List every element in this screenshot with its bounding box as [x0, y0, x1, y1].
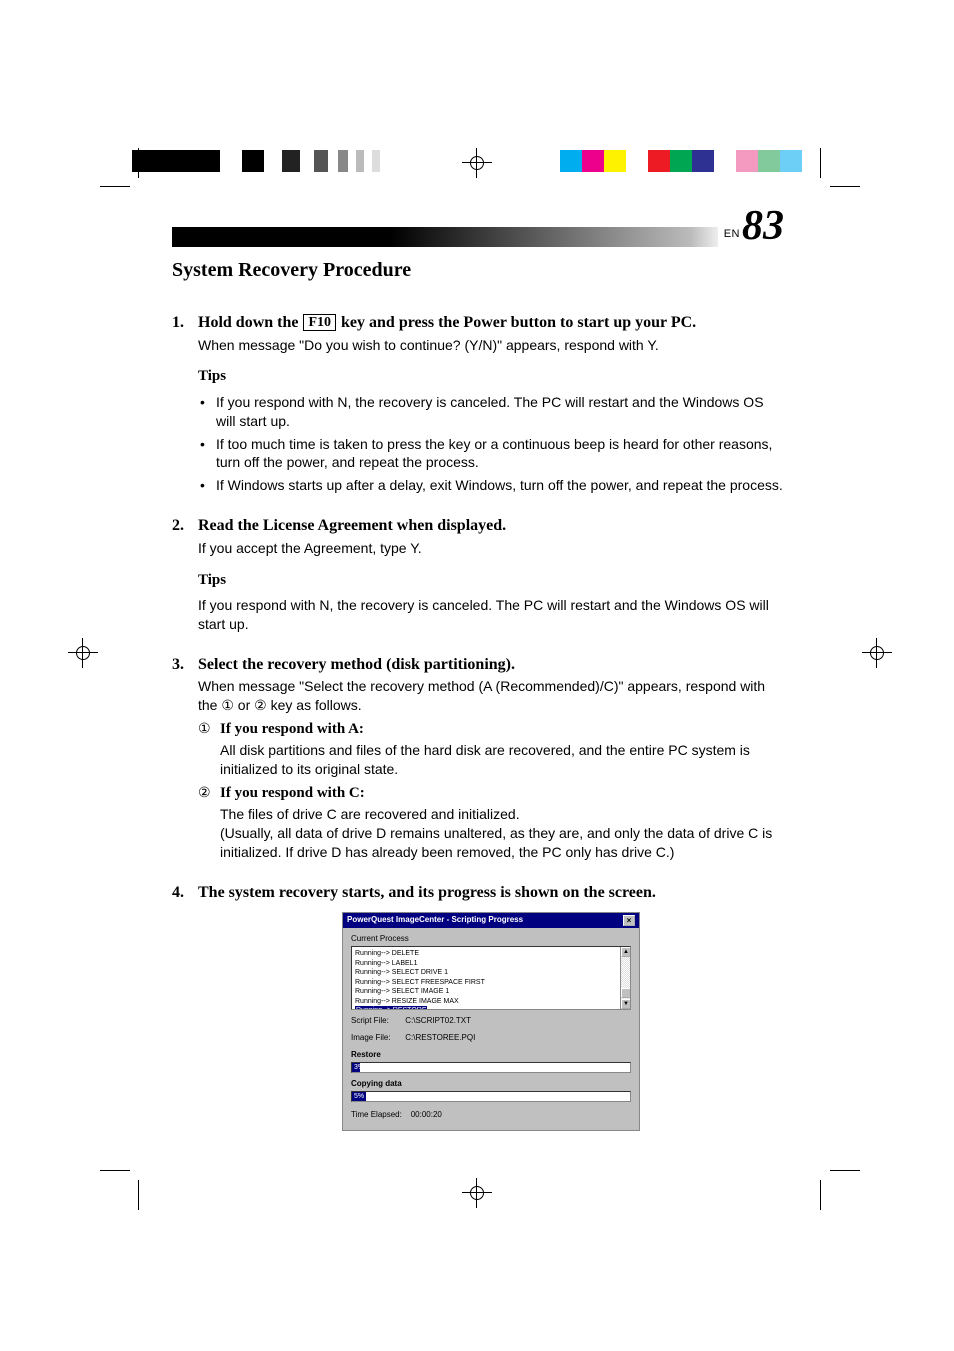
step-intro: If you accept the Agreement, type Y. — [198, 539, 784, 558]
crop-mark — [100, 1170, 140, 1210]
page-header: EN 83 — [172, 215, 784, 247]
step-intro: When message "Do you wish to continue? (… — [198, 336, 784, 355]
time-elapsed-value: 00:00:20 — [411, 1110, 442, 1119]
option-text: All disk partitions and files of the har… — [220, 741, 784, 779]
image-file-row: Image File: C:\RESTOREE.PQI — [351, 1033, 631, 1044]
process-listbox[interactable]: Running--> DELETE Running--> LABEL1 Runn… — [351, 946, 631, 1010]
registration-mark — [862, 638, 892, 668]
step-number: 4. — [172, 882, 198, 904]
circled-1: ① — [221, 697, 234, 713]
step-4: 4. The system recovery starts, and its p… — [172, 882, 784, 1131]
step-head-text: Hold down the — [198, 314, 302, 331]
tips-label: Tips — [198, 366, 784, 386]
registration-mark — [462, 148, 492, 178]
page-number-prefix: EN — [724, 228, 740, 240]
tip-item: If you respond with N, the recovery is c… — [198, 393, 784, 431]
step-number: 3. — [172, 654, 198, 676]
circled-2: ② — [198, 783, 220, 862]
step-3: 3. Select the recovery method (disk part… — [172, 654, 784, 862]
tip-item: If Windows starts up after a delay, exit… — [198, 476, 784, 495]
image-file-value: C:\RESTOREE.PQI — [405, 1033, 475, 1042]
progress-dialog: PowerQuest ImageCenter - Scripting Progr… — [342, 912, 640, 1132]
restore-progressbar: 3% — [351, 1062, 631, 1073]
step-intro: When message "Select the recovery method… — [198, 677, 784, 715]
copying-label: Copying data — [351, 1079, 631, 1090]
tips-list: If you respond with N, the recovery is c… — [198, 393, 784, 495]
script-file-value: C:\SCRIPT02.TXT — [405, 1016, 471, 1025]
dialog-titlebar: PowerQuest ImageCenter - Scripting Progr… — [343, 913, 639, 928]
step-heading: Select the recovery method (disk partiti… — [198, 654, 515, 676]
registration-mark — [462, 1178, 492, 1208]
option-heading: If you respond with A: — [220, 719, 784, 739]
grayscale-strip — [132, 150, 380, 172]
scroll-thumb[interactable] — [621, 988, 631, 998]
circled-2: ② — [254, 697, 267, 713]
image-file-label: Image File: — [351, 1033, 403, 1044]
intro-text: key as follows. — [267, 697, 362, 713]
process-line: Running--> LABEL1 — [355, 959, 627, 968]
crop-mark — [820, 1170, 860, 1210]
step-heading: Read the License Agreement when displaye… — [198, 515, 506, 537]
scroll-up-icon[interactable]: ▲ — [621, 947, 631, 957]
step-heading: Hold down the F10 key and press the Powe… — [198, 312, 696, 334]
current-process-label: Current Process — [351, 934, 631, 945]
step-2: 2. Read the License Agreement when displ… — [172, 515, 784, 634]
process-line-selected: Running--> RESTORE — [355, 1006, 427, 1010]
script-file-label: Script File: — [351, 1016, 403, 1027]
copying-progressbar: 5% — [351, 1091, 631, 1102]
step-1: 1. Hold down the F10 key and press the P… — [172, 312, 784, 495]
page-number: EN 83 — [718, 205, 784, 247]
time-elapsed-label: Time Elapsed: — [351, 1110, 402, 1119]
process-line: Running--> SELECT IMAGE 1 — [355, 987, 627, 996]
option-heading: If you respond with C: — [220, 783, 784, 803]
restore-label: Restore — [351, 1050, 631, 1061]
page-content: EN 83 System Recovery Procedure 1. Hold … — [172, 215, 784, 1151]
page-number-value: 83 — [742, 205, 784, 247]
registration-mark — [68, 638, 98, 668]
step-note: If you respond with N, the recovery is c… — [198, 596, 784, 634]
dialog-title: PowerQuest ImageCenter - Scripting Progr… — [347, 915, 523, 926]
restore-progress-fill: 3% — [352, 1063, 360, 1072]
tip-item: If too much time is taken to press the k… — [198, 435, 784, 473]
step-heading: The system recovery starts, and its prog… — [198, 882, 656, 904]
crop-mark — [820, 148, 860, 188]
intro-text: or — [234, 697, 254, 713]
time-elapsed-row: Time Elapsed: 00:00:20 — [351, 1110, 631, 1121]
copying-progress-fill: 5% — [352, 1092, 366, 1101]
f10-key: F10 — [303, 314, 336, 331]
option-c: ② If you respond with C: The files of dr… — [198, 783, 784, 862]
process-line: Running--> SELECT DRIVE 1 — [355, 968, 627, 977]
process-line: Running--> DELETE — [355, 949, 627, 958]
scrollbar[interactable]: ▲ ▼ — [620, 947, 630, 1009]
script-file-row: Script File: C:\SCRIPT02.TXT — [351, 1016, 631, 1027]
process-line: Running--> SELECT FREESPACE FIRST — [355, 978, 627, 987]
header-gradient — [172, 227, 718, 247]
step-head-text: key and press the Power button to start … — [337, 314, 696, 331]
option-text: The files of drive C are recovered and i… — [220, 805, 784, 862]
circled-1: ① — [198, 719, 220, 779]
color-strip — [560, 150, 802, 172]
option-a: ① If you respond with A: All disk partit… — [198, 719, 784, 779]
section-title: System Recovery Procedure — [172, 259, 784, 282]
scroll-down-icon[interactable]: ▼ — [621, 999, 631, 1009]
tips-label: Tips — [198, 570, 784, 590]
step-number: 2. — [172, 515, 198, 537]
close-icon[interactable]: × — [623, 915, 635, 926]
process-line: Running--> RESIZE IMAGE MAX — [355, 997, 627, 1006]
crop-mark — [100, 148, 140, 188]
step-number: 1. — [172, 312, 198, 334]
